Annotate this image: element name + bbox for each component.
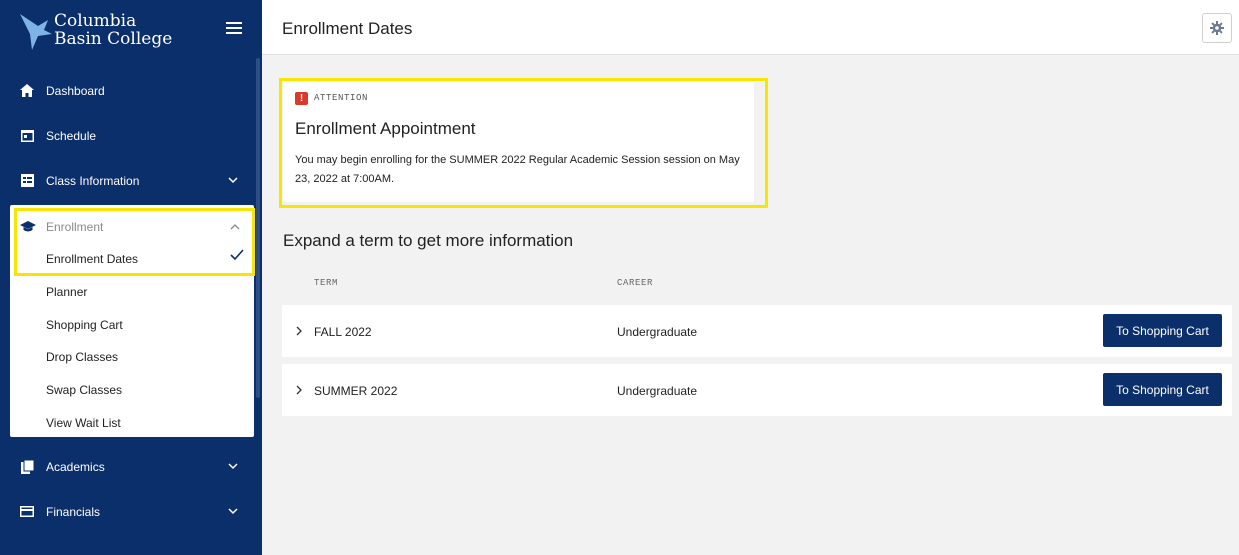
sidebar-item-label: Dashboard [46,83,105,98]
class-info-icon [20,174,34,188]
sidebar-item-label: Academics [46,459,105,474]
page-title: Enrollment Dates [282,19,413,38]
logo-line-2: Basin College [54,29,173,49]
submenu-item-swap-classes[interactable]: Swap Classes [46,383,122,397]
sidebar-scrollbar[interactable] [256,58,260,398]
term-career: Undergraduate [617,325,698,339]
term-name: FALL 2022 [314,325,372,339]
sidebar-item-label: Schedule [46,128,97,143]
to-shopping-cart-button[interactable]: To Shopping Cart [1103,314,1222,347]
college-logo[interactable]: Columbia Basin College [18,8,218,58]
sidebar: Columbia Basin College Dashboard Schedul… [0,0,262,555]
sidebar-item-class-information[interactable]: Class Information [0,158,256,203]
sidebar-item-label: Class Information [46,173,140,188]
sidebar-item-dashboard[interactable]: Dashboard [0,68,256,113]
column-header-term: TERM [314,278,339,288]
logo-line-1: Columbia [54,11,137,31]
to-shopping-cart-button[interactable]: To Shopping Cart [1103,373,1222,406]
sidebar-item-financials[interactable]: Financials [0,489,256,534]
submenu-item-planner[interactable]: Planner [46,285,87,299]
chevron-down-icon [228,508,238,515]
bird-logo-icon [20,14,52,50]
submenu-item-shopping-cart[interactable]: Shopping Cart [46,318,123,332]
highlight-box [279,78,768,208]
term-career: Undergraduate [617,384,698,398]
academics-icon [20,459,34,474]
term-row-fall-2022[interactable]: FALL 2022 Undergraduate To Shopping Cart [282,305,1232,357]
term-name: SUMMER 2022 [314,384,398,398]
chevron-down-icon [228,177,238,184]
highlight-box [14,208,255,276]
settings-button[interactable] [1202,13,1232,43]
gear-icon [1210,21,1224,35]
term-row-summer-2022[interactable]: SUMMER 2022 Undergraduate To Shopping Ca… [282,364,1232,416]
home-icon [20,84,34,98]
column-header-career: CAREER [617,278,654,288]
sidebar-item-academics[interactable]: Academics [0,444,256,489]
chevron-down-icon [228,463,238,470]
submenu-item-view-wait-list[interactable]: View Wait List [46,416,121,430]
chevron-right-icon [296,385,302,395]
page-header: Enrollment Dates [262,0,1239,55]
sidebar-item-label: Financials [46,504,101,519]
chevron-right-icon [296,326,302,336]
section-heading: Expand a term to get more information [283,231,574,250]
credit-card-icon [20,505,34,519]
sidebar-item-schedule[interactable]: Schedule [0,113,256,158]
menu-icon[interactable] [226,22,242,34]
submenu-item-drop-classes[interactable]: Drop Classes [46,350,118,364]
calendar-icon [20,129,34,143]
